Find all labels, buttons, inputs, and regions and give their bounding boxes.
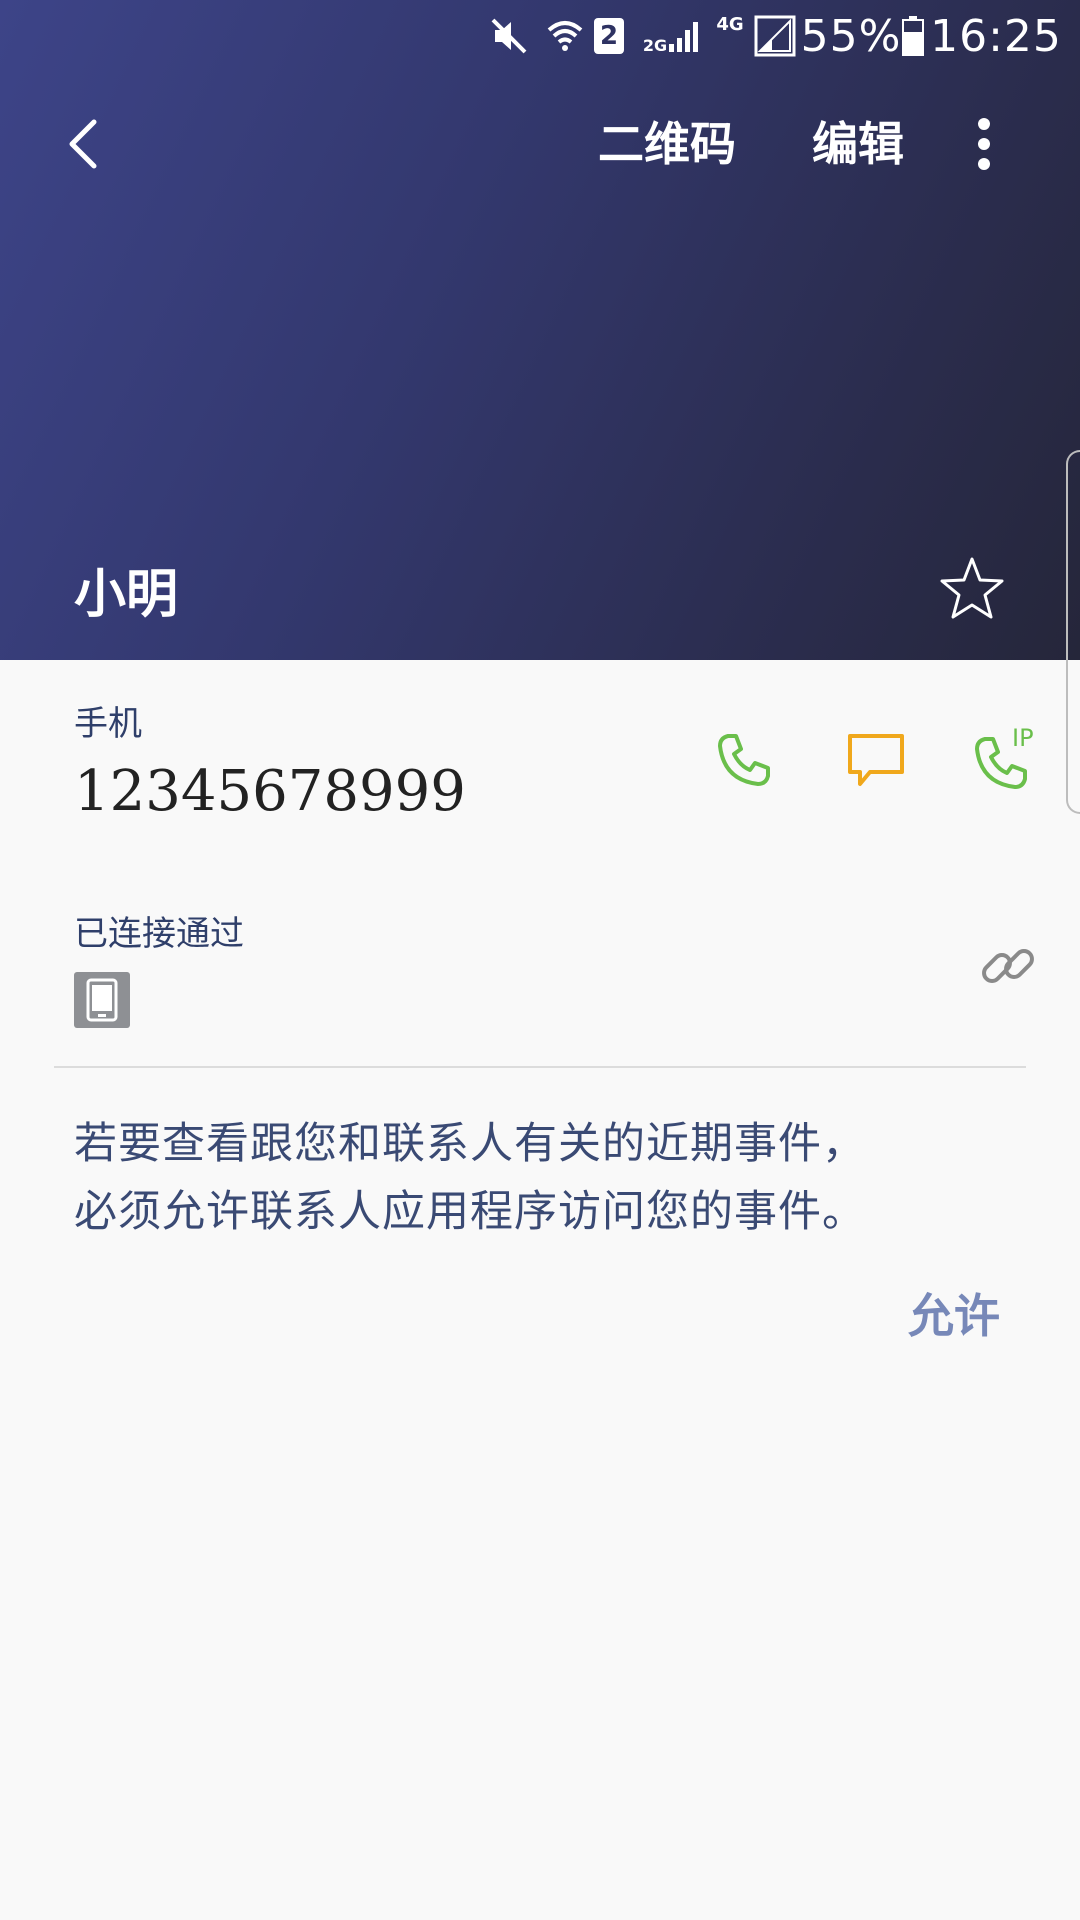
signal-2g-icon: 2G xyxy=(640,8,704,64)
battery-icon xyxy=(900,8,926,64)
star-outline-icon xyxy=(940,557,1004,619)
sim-badge: 2 xyxy=(594,18,624,54)
signal-4g-icon: 4G xyxy=(712,8,748,64)
edit-button[interactable]: 编辑 xyxy=(812,112,912,176)
network-4g-label: 4G xyxy=(716,14,744,35)
qr-code-button[interactable]: 二维码 xyxy=(598,112,748,176)
wifi-icon xyxy=(544,8,586,64)
link-icon xyxy=(982,949,1034,983)
signal-strength-icon xyxy=(752,8,798,64)
sim2-icon: 2 xyxy=(592,8,626,64)
mute-icon xyxy=(488,8,530,64)
notice-line-2: 必须允许联系人应用程序访问您的事件。 xyxy=(74,1187,866,1237)
ip-badge: IP xyxy=(1012,724,1034,752)
network-2g-label: 2G xyxy=(642,35,668,55)
contact-name: 小明 xyxy=(74,564,179,625)
favorite-button[interactable] xyxy=(936,553,1008,625)
message-button[interactable] xyxy=(844,724,908,796)
more-vert-icon xyxy=(978,118,990,170)
events-permission-notice: 若要查看跟您和联系人有关的近期事件， 必须允许联系人应用程序访问您的事件。 xyxy=(74,1110,1014,1246)
phone-icon xyxy=(718,734,770,786)
back-button[interactable] xyxy=(52,112,112,176)
more-options-button[interactable] xyxy=(960,112,1008,176)
clock: 16:25 xyxy=(930,10,1062,62)
side-panel-handle[interactable] xyxy=(1066,450,1080,814)
status-bar: 2 2G 4G 55% 16:25 xyxy=(0,0,1080,72)
section-divider xyxy=(54,1066,1026,1068)
allow-button[interactable]: 允许 xyxy=(908,1284,1000,1348)
contact-header: 2 2G 4G 55% 16:25 二维码 编辑 小明 xyxy=(0,0,1080,660)
phone-label: 手机 xyxy=(74,704,142,744)
connected-via-label: 已连接通过 xyxy=(74,914,244,954)
notice-line-1: 若要查看跟您和联系人有关的近期事件， xyxy=(74,1119,866,1169)
battery-percent: 55% xyxy=(800,10,902,62)
message-icon xyxy=(848,734,904,786)
phone-number[interactable]: 12345678999 xyxy=(74,756,466,828)
link-button[interactable] xyxy=(972,930,1044,1002)
back-arrow-icon xyxy=(69,119,97,169)
ip-call-button[interactable]: IP xyxy=(972,722,1040,798)
call-button[interactable] xyxy=(712,724,776,796)
tablet-icon xyxy=(74,972,130,1028)
